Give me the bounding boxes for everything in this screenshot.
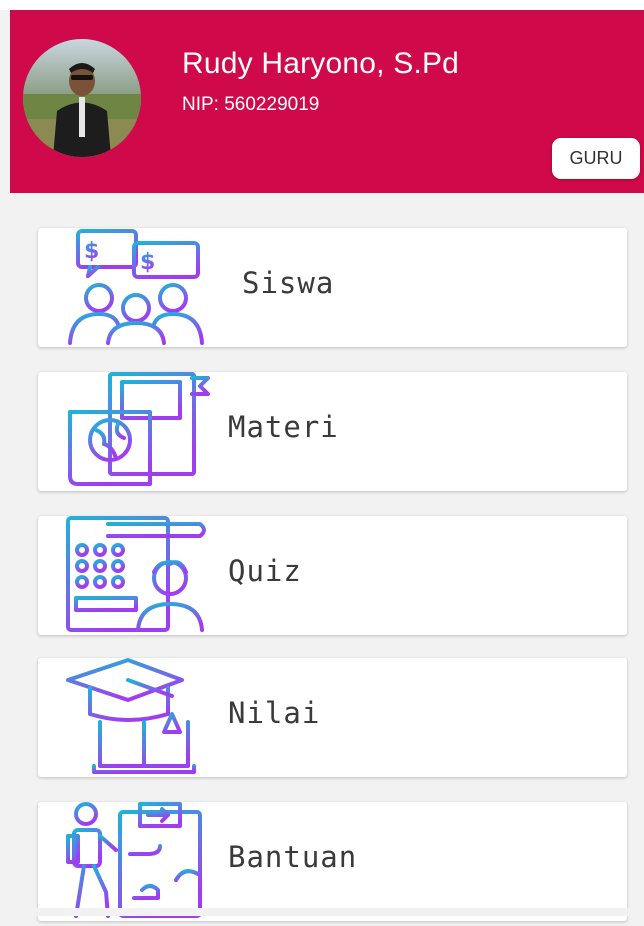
menu-item-siswa[interactable]: $ $ Siswa — [38, 228, 627, 347]
menu-item-label: Bantuan — [228, 840, 358, 874]
user-nip: NIP: 560229019 — [182, 94, 320, 115]
top-bar — [0, 0, 644, 10]
menu-item-quiz[interactable]: Quiz — [38, 516, 627, 635]
svg-text:$: $ — [84, 239, 99, 264]
menu-item-label: Nilai — [228, 696, 321, 730]
menu-item-materi[interactable]: Materi — [38, 372, 627, 491]
bottom-edge — [0, 908, 644, 916]
svg-text:$: $ — [140, 250, 155, 275]
menu-item-label: Siswa — [242, 266, 335, 300]
profile-header: Rudy Haryono, S.Pd NIP: 560229019 GURU — [10, 10, 644, 193]
role-badge[interactable]: GURU — [552, 138, 640, 179]
user-name: Rudy Haryono, S.Pd — [182, 47, 460, 80]
quiz-calendar-student-icon — [64, 516, 214, 635]
menu-item-nilai[interactable]: Nilai — [38, 658, 627, 777]
students-chat-icon: $ $ — [64, 228, 214, 347]
menu-item-bantuan[interactable]: Bantuan — [38, 802, 627, 921]
profile-photo — [23, 39, 141, 157]
menu-item-label: Materi — [228, 410, 339, 444]
avatar[interactable] — [23, 39, 141, 157]
menu-item-label: Quiz — [228, 554, 302, 588]
graduation-cap-book-icon — [64, 658, 214, 777]
help-hiker-map-icon — [64, 802, 214, 921]
books-globe-icon — [64, 372, 214, 491]
